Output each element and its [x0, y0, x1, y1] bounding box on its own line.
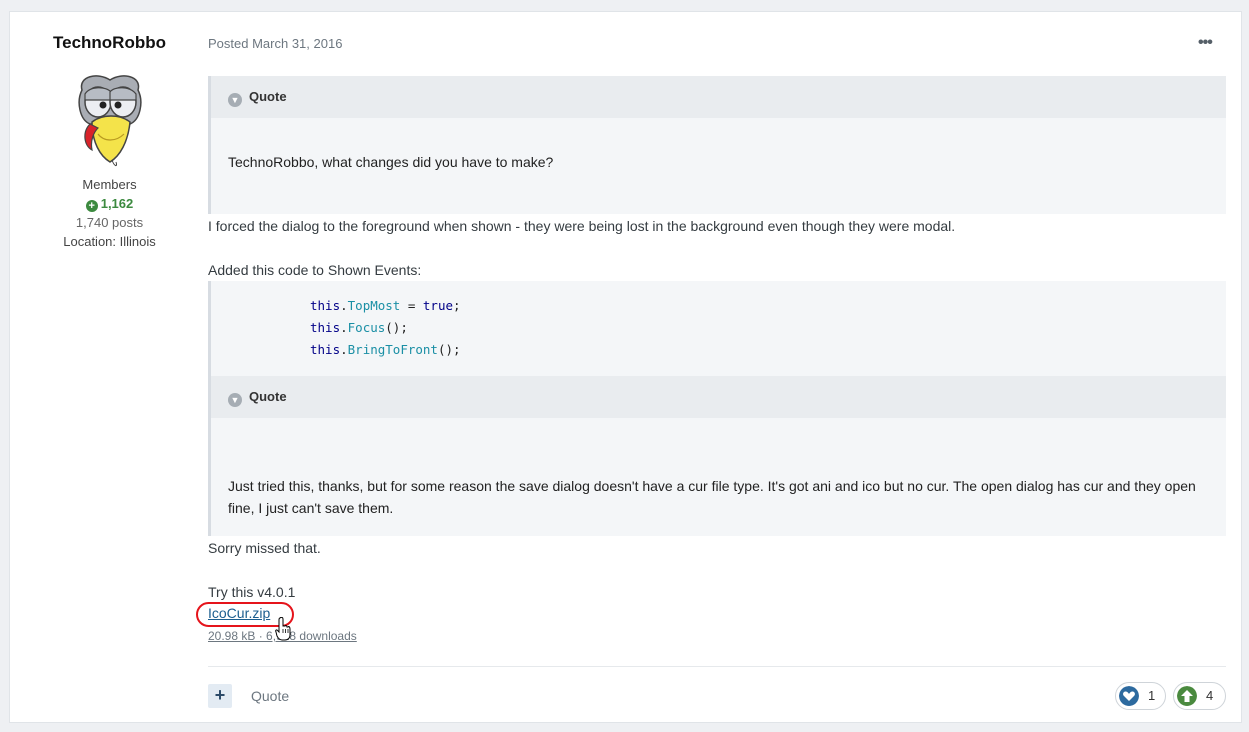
quote-button[interactable]: Quote [251, 688, 289, 704]
reaction-upvote[interactable]: 4 [1173, 682, 1226, 710]
heart-icon [1119, 686, 1139, 706]
plus-circle-icon: + [85, 200, 98, 212]
forum-post: TechnoRobbo Members +1,162 1,740 posts L… [9, 11, 1242, 723]
post-paragraph: Try this v4.0.1 [208, 584, 296, 600]
quote-header[interactable]: ▼ Quote [211, 76, 1226, 118]
avatar[interactable] [68, 72, 152, 168]
quote-text: Just tried this, thanks, but for some re… [228, 478, 1196, 516]
code-line: this.BringToFront(); [310, 342, 461, 357]
quote-block: ▼ Quote TechnoRobbo, what changes did you… [208, 76, 1226, 214]
author-location: Location: Illinois [63, 234, 156, 249]
reaction-heart[interactable]: 1 [1115, 682, 1166, 710]
hand-cursor-icon [275, 617, 291, 641]
author-name[interactable]: TechnoRobbo [10, 33, 209, 53]
attachment-link[interactable]: IcoCur.zip [208, 605, 270, 621]
multiquote-button[interactable]: + [208, 684, 232, 708]
code-block: this.TopMost = true; this.Focus(); this.… [208, 281, 1226, 377]
post-paragraph: Added this code to Shown Events: [208, 262, 422, 278]
post-paragraph: I forced the dialog to the foreground wh… [208, 218, 956, 234]
upvote-icon [1177, 686, 1197, 706]
reputation-count: 1,162 [100, 196, 134, 211]
ellipsis-icon[interactable]: ••• [1198, 34, 1213, 52]
quote-block: ▼ Quote Just tried this, thanks, but for … [208, 376, 1226, 536]
quote-label: Quote [249, 89, 287, 104]
reaction-count: 1 [1148, 688, 1156, 703]
reaction-count: 4 [1206, 688, 1214, 703]
post-count: 1,740 posts [75, 215, 144, 230]
divider [208, 666, 1226, 667]
code-line: this.Focus(); [310, 320, 408, 335]
code-line: this.TopMost = true; [310, 298, 461, 313]
chevron-down-icon: ▼ [228, 393, 242, 407]
quote-label: Quote [249, 389, 287, 404]
post-date[interactable]: Posted March 31, 2016 [208, 36, 342, 51]
chevron-down-icon: ▼ [228, 93, 242, 107]
post-paragraph: Sorry missed that. [208, 540, 321, 556]
quote-header[interactable]: ▼ Quote [211, 376, 1226, 418]
member-group: Members [82, 177, 137, 192]
quote-text: TechnoRobbo, what changes did you have t… [228, 154, 554, 170]
reputation-badge[interactable]: +1,162 [10, 196, 209, 212]
